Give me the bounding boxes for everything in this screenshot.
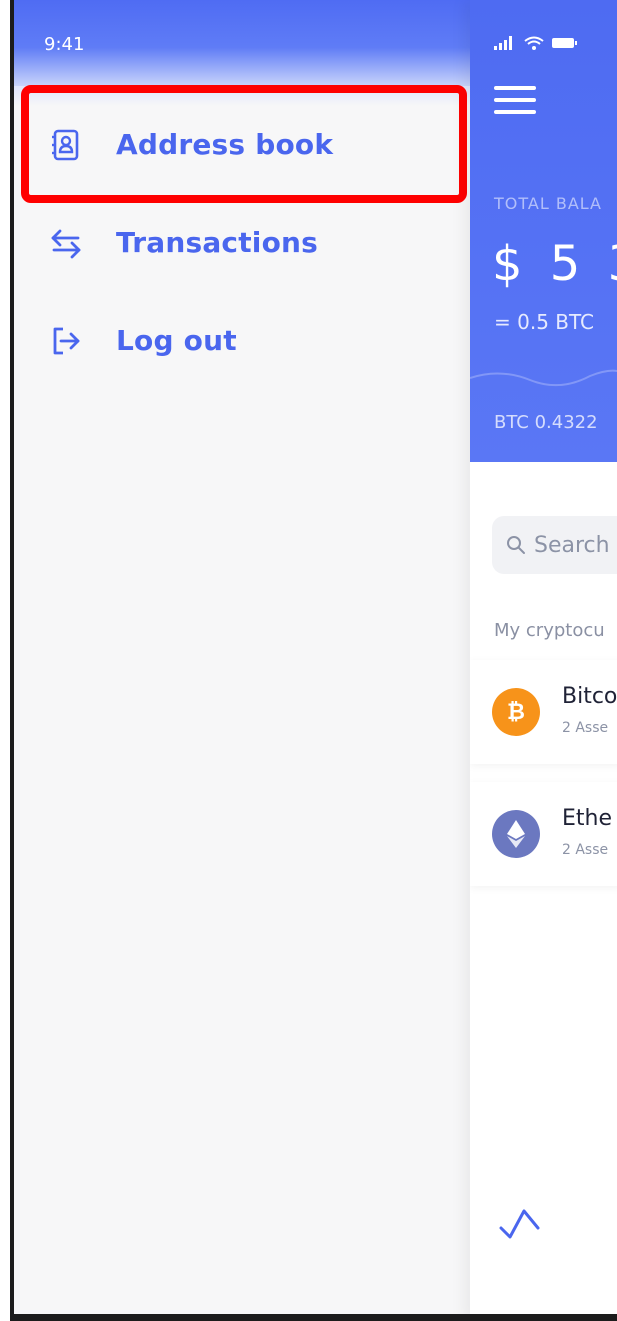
balance-header: TOTAL BALA $ 5 3 = 0.5 BTC BTC 0.4322	[470, 0, 617, 462]
battery-icon	[552, 38, 577, 48]
ethereum-icon	[492, 810, 540, 858]
coin-row-bitcoin[interactable]: ₿ Bitco 2 Asse	[470, 660, 617, 764]
coin-name: Bitco	[562, 684, 617, 709]
activity-tab-icon[interactable]	[498, 1206, 544, 1240]
wifi-icon	[524, 36, 544, 50]
transfer-arrows-icon	[50, 227, 82, 259]
btc-balance-line: BTC 0.4322	[494, 412, 598, 433]
drawer-item-label: Log out	[116, 324, 237, 357]
status-time: 9:41	[44, 34, 85, 55]
wallet-main-screen[interactable]: TOTAL BALA $ 5 3 = 0.5 BTC BTC 0.4322 Se…	[470, 0, 617, 1321]
coin-subtitle: 2 Asse	[562, 720, 609, 736]
status-icons	[494, 36, 578, 50]
my-crypto-section-label: My cryptocu	[494, 620, 605, 641]
drawer-item-transactions[interactable]: Transactions	[50, 226, 318, 259]
coin-row-ethereum[interactable]: Ethe 2 Asse	[470, 782, 617, 886]
phone-frame-bottom	[10, 1314, 617, 1321]
signal-icon	[494, 36, 512, 50]
coin-name: Ethe	[562, 806, 613, 831]
selection-highlight	[21, 85, 467, 203]
bitcoin-icon: ₿	[492, 688, 540, 736]
coin-subtitle: 2 Asse	[562, 842, 609, 858]
logout-icon	[50, 325, 82, 357]
drawer-item-log-out[interactable]: Log out	[50, 324, 237, 357]
search-input[interactable]: Search	[492, 516, 617, 574]
drawer-item-label: Transactions	[116, 226, 319, 259]
navigation-drawer: 9:41 Address book Transactions Log out	[14, 0, 470, 1321]
menu-hamburger-icon[interactable]	[494, 86, 536, 122]
phone-frame: 9:41 Address book Transactions Log out T…	[10, 0, 617, 1321]
total-balance-label: TOTAL BALA	[494, 194, 602, 213]
total-balance-amount: $ 5 3	[492, 236, 617, 292]
balance-chart-line	[470, 369, 617, 387]
btc-equivalent: = 0.5 BTC	[494, 310, 595, 334]
search-icon	[507, 536, 525, 554]
search-placeholder: Search	[534, 532, 610, 558]
